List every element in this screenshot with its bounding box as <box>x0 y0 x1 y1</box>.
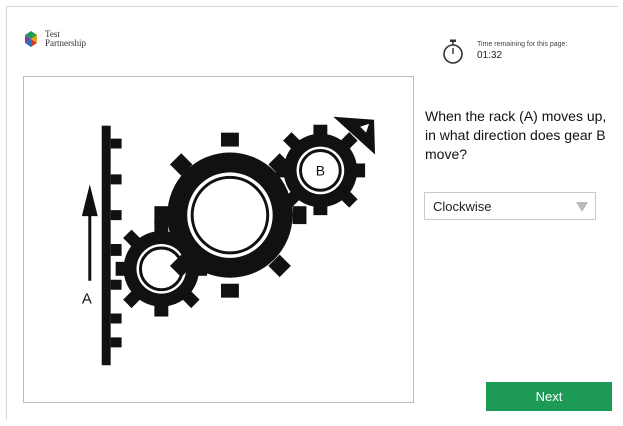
answer-select[interactable]: Clockwise <box>424 192 596 220</box>
rack <box>101 125 122 366</box>
timer-label: Time remaining for this page: <box>477 41 568 48</box>
stopwatch-icon <box>442 39 464 65</box>
question-text: When the rack (A) moves up, in what dire… <box>425 108 607 162</box>
up-arrow-icon <box>81 184 98 281</box>
brand-line-2: Partnership <box>45 38 86 48</box>
next-button[interactable]: Next <box>486 382 612 411</box>
timer: Time remaining for this page: 01:32 <box>442 39 567 65</box>
answer-selected-value: Clockwise <box>433 198 492 214</box>
logo-mark-icon <box>22 30 40 48</box>
large-gear <box>154 132 307 298</box>
gear-b: B <box>275 124 366 216</box>
gear-rack-diagram: A B <box>81 116 376 366</box>
rack-label: A <box>82 292 92 308</box>
brand-logo: Test Partnership <box>22 30 86 48</box>
question-diagram: A B <box>23 76 414 403</box>
dropdown-arrow-icon <box>576 202 588 212</box>
gear-label: B <box>316 162 325 178</box>
timer-value: 01:32 <box>477 50 503 61</box>
